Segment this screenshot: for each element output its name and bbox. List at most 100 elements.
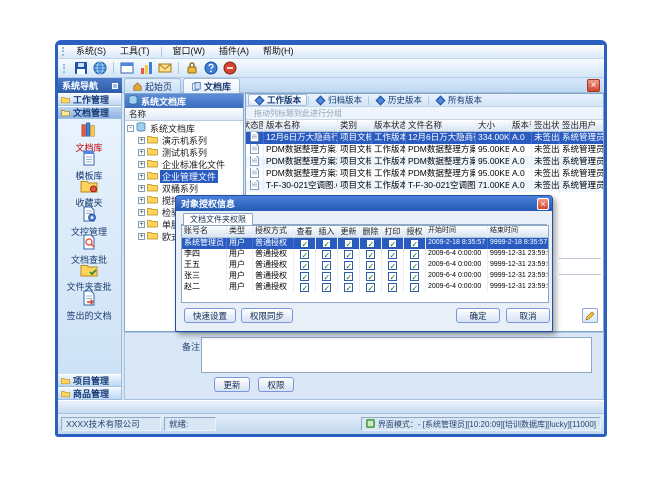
column-header[interactable]: 签出状态 xyxy=(532,120,560,132)
menu-system[interactable]: 系统(S) xyxy=(69,45,113,58)
sidebar-group-project[interactable]: 项目管理 xyxy=(58,374,121,387)
sidebar-item-checked-out-docs[interactable]: 签出的文档 xyxy=(58,291,120,319)
column-header[interactable]: 版本号 xyxy=(510,120,532,132)
print-checkbox[interactable] xyxy=(388,239,397,248)
update-checkbox[interactable] xyxy=(344,239,353,248)
grant-checkbox[interactable] xyxy=(410,261,419,270)
permission-row[interactable]: 系统管理员 用户 普通授权 2009-2-18 8:35:57 9999-2-1… xyxy=(182,238,548,249)
save-icon[interactable] xyxy=(73,60,89,76)
permission-row[interactable]: 王五 用户 普通授权 2009-6-4 0:00:00 9999-12-31 2… xyxy=(182,260,548,271)
sidebar-item-doc-review[interactable]: 文档查批 xyxy=(58,235,120,263)
menu-plugins[interactable]: 插件(A) xyxy=(212,45,256,58)
view-checkbox[interactable] xyxy=(300,250,309,259)
quick-setup-button[interactable]: 快速设置 xyxy=(184,308,236,323)
delete-checkbox[interactable] xyxy=(366,250,375,259)
permission-sync-button[interactable]: 权限同步 xyxy=(241,308,293,323)
sidebar-item-favorites[interactable]: 收藏夹 xyxy=(58,179,120,207)
permission-button[interactable]: 权限 xyxy=(258,377,294,392)
column-header[interactable]: 查看 xyxy=(294,226,316,238)
mail-icon[interactable] xyxy=(157,60,173,76)
tab-all-versions[interactable]: 所有版本 xyxy=(430,94,487,106)
expand-icon[interactable] xyxy=(138,197,145,204)
delete-checkbox[interactable] xyxy=(366,239,375,248)
edit-remark-button[interactable] xyxy=(582,308,598,323)
expand-icon[interactable] xyxy=(138,161,145,168)
tree-node[interactable]: 测试机系列 xyxy=(125,146,243,158)
column-header[interactable]: 大小 xyxy=(476,120,510,132)
remark-textarea[interactable] xyxy=(201,337,592,373)
pin-icon[interactable] xyxy=(112,83,118,89)
sidebar-group-doc[interactable]: 文档管理 xyxy=(58,106,121,119)
help-icon[interactable] xyxy=(203,60,219,76)
sidebar-item-doc-library[interactable]: 文档库 xyxy=(58,123,120,151)
column-header[interactable]: 插入 xyxy=(316,226,338,238)
table-row[interactable]: PDM数据整理方案2.doc 项目文档 工作版本 PDM数据整理方案2.doc … xyxy=(246,156,603,168)
expand-icon[interactable] xyxy=(138,149,145,156)
view-checkbox[interactable] xyxy=(300,239,309,248)
insert-checkbox[interactable] xyxy=(322,239,331,248)
sidebar-group-goods[interactable]: 商品管理 xyxy=(58,387,121,400)
expand-icon[interactable] xyxy=(138,185,145,192)
menu-tools[interactable]: 工具(T) xyxy=(113,45,157,58)
expand-icon[interactable] xyxy=(138,209,145,216)
tree-root[interactable]: 系统文档库 xyxy=(125,122,243,134)
sidebar-item-template-library[interactable]: 模板库 xyxy=(58,151,120,179)
grant-checkbox[interactable] xyxy=(410,250,419,259)
column-header[interactable]: 更新 xyxy=(338,226,360,238)
delete-checkbox[interactable] xyxy=(366,283,375,292)
tab-doc-library[interactable]: 文档库 xyxy=(183,78,240,93)
column-header[interactable]: 状态图 xyxy=(246,120,264,132)
print-checkbox[interactable] xyxy=(388,250,397,259)
column-header[interactable]: 类型 xyxy=(227,226,253,238)
print-checkbox[interactable] xyxy=(388,272,397,281)
tab-folder-permissions[interactable]: 文档文件夹权限 xyxy=(183,213,253,225)
column-header[interactable]: 结束时间 xyxy=(488,226,549,238)
table-row[interactable]: PDM数据整理方案.doc 项目文档 工作版本 PDM数据整理方案.doc 95… xyxy=(246,144,603,156)
column-header[interactable]: 类别 xyxy=(338,120,372,132)
tab-start-page[interactable]: 起始页 xyxy=(124,78,181,93)
view-checkbox[interactable] xyxy=(300,272,309,281)
column-header[interactable]: 开始时间 xyxy=(426,226,488,238)
table-row[interactable]: PDM数据整理方案3.doc 项目文档 工作版本 PDM数据整理方案3.doc … xyxy=(246,168,603,180)
delete-checkbox[interactable] xyxy=(366,272,375,281)
update-button[interactable]: 更新 xyxy=(214,377,250,392)
sidebar-item-doc-control[interactable]: 文控管理 xyxy=(58,207,120,235)
permission-row[interactable]: 赵二 用户 普通授权 2009-6-4 0:00:00 9999-12-31 2… xyxy=(182,282,548,293)
dialog-title-bar[interactable]: 对象授权信息 xyxy=(176,196,552,211)
tab-history-versions[interactable]: 历史版本 xyxy=(370,94,427,106)
tree-column-header[interactable]: 名称 xyxy=(125,108,243,121)
sidebar-group-work[interactable]: 工作管理 xyxy=(58,93,121,106)
dialog-close-button[interactable] xyxy=(537,198,549,210)
group-by-bar[interactable]: 拖动列标题到此进行分组 xyxy=(246,107,603,120)
update-checkbox[interactable] xyxy=(344,283,353,292)
ok-button[interactable]: 确定 xyxy=(456,308,500,323)
table-row[interactable]: T-F-30-021空调图.CAD 项目文档 工作版本 T-F-30-021空调… xyxy=(246,180,603,192)
tree-node[interactable]: 企业标准化文件 xyxy=(125,158,243,170)
permission-row[interactable]: 张三 用户 普通授权 2009-6-4 0:00:00 9999-12-31 2… xyxy=(182,271,548,282)
grant-checkbox[interactable] xyxy=(410,283,419,292)
close-tab-button[interactable] xyxy=(587,79,600,92)
column-header[interactable]: 签出用户 xyxy=(560,120,603,132)
exit-icon[interactable] xyxy=(222,60,238,76)
insert-checkbox[interactable] xyxy=(322,283,331,292)
column-header[interactable]: 账号名 xyxy=(182,226,227,238)
column-header[interactable]: 打印 xyxy=(382,226,404,238)
table-row[interactable]: 12月6日万大隐商行 项目文档 工作版本 12月6日万大隐商行.doc 334.… xyxy=(246,132,603,144)
sidebar-item-folder-review[interactable]: 文件夹查批 xyxy=(58,263,120,291)
permission-row[interactable]: 李四 用户 普通授权 2009-6-4 0:00:00 9999-12-31 2… xyxy=(182,249,548,260)
print-checkbox[interactable] xyxy=(388,261,397,270)
update-checkbox[interactable] xyxy=(344,250,353,259)
column-header[interactable]: 文件名称 xyxy=(406,120,476,132)
expand-icon[interactable] xyxy=(138,221,145,228)
tab-working-versions[interactable]: 工作版本 xyxy=(248,94,307,106)
grant-checkbox[interactable] xyxy=(410,239,419,248)
view-checkbox[interactable] xyxy=(300,261,309,270)
column-header[interactable]: 授权方式 xyxy=(253,226,294,238)
column-header[interactable]: 授权 xyxy=(404,226,426,238)
globe-icon[interactable] xyxy=(92,60,108,76)
tree-node-selected[interactable]: 企业管理文件 xyxy=(125,170,243,182)
view-checkbox[interactable] xyxy=(300,283,309,292)
menu-help[interactable]: 帮助(H) xyxy=(256,45,301,58)
column-header[interactable]: 删除 xyxy=(360,226,382,238)
expand-icon[interactable] xyxy=(138,173,145,180)
